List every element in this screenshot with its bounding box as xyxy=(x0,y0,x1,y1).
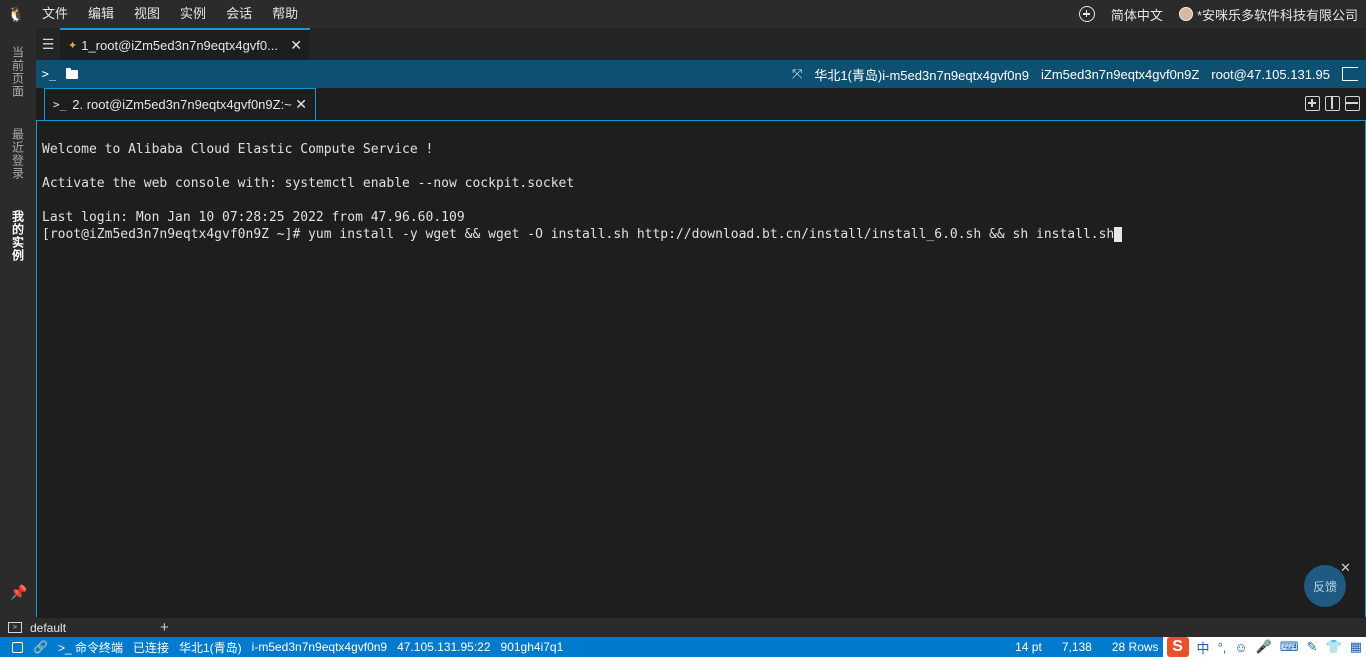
terminal-command-line: [root@iZm5ed3n7n9eqtx4gvf0n9Z ~]# yum in… xyxy=(42,226,1365,243)
panel-tab-bar: > default + xyxy=(0,618,1366,637)
session-list-icon[interactable]: ☰ xyxy=(36,28,60,60)
grid-icon[interactable]: ▦ xyxy=(1350,639,1362,655)
rows-count: 28 Rows xyxy=(1111,640,1159,654)
hostname: iZm5ed3n7n9eqtx4gvf0n9Z xyxy=(1040,66,1200,82)
emoji-icon[interactable]: ☺ xyxy=(1234,640,1247,655)
keyboard-icon[interactable]: ⌨ xyxy=(1280,639,1299,655)
ime-punctuation[interactable]: °, xyxy=(1218,640,1227,655)
terminal-line: Welcome to Alibaba Cloud Elastic Compute… xyxy=(42,142,434,157)
session-tab-label: 1_root@iZm5ed3n7n9eqtx4gvf0... xyxy=(81,37,278,53)
tools-icon[interactable]: ✎ xyxy=(1307,639,1318,655)
status-bar: 🔗 >_ 命令终端 已连接 华北1(青岛) i-m5ed3n7n9eqtx4gv… xyxy=(0,637,1366,657)
account-name: *安咪乐多软件科技有限公司 xyxy=(1196,7,1358,23)
ime-toolbar: S 中 °, ☺ 🎤 ⌨ ✎ 👕 ▦ xyxy=(1162,637,1366,657)
font-size[interactable]: 14 pt xyxy=(1015,640,1042,654)
status-instance: i-m5ed3n7n9eqtx4gvf0n9 xyxy=(251,640,388,654)
add-session-button[interactable] xyxy=(1071,6,1103,22)
sidebar-tab-current-page[interactable]: 当前页面 xyxy=(0,34,36,110)
new-terminal-icon[interactable] xyxy=(1305,96,1320,111)
sidebar-tab-recent-login[interactable]: 最近登录 xyxy=(0,116,36,192)
status-region: 华北1(青岛) xyxy=(179,640,242,655)
terminal-tab[interactable]: >_ 2. root@iZm5ed3n7n9eqtx4gvf0n9Z:~ ✕ xyxy=(44,88,316,120)
account-menu[interactable]: *安咪乐多软件科技有限公司 xyxy=(1171,5,1366,24)
menu-instance[interactable]: 实例 xyxy=(170,0,216,28)
session-tab[interactable]: ✦ 1_root@iZm5ed3n7n9eqtx4gvf0... ✕ xyxy=(60,28,310,60)
add-panel-icon[interactable]: + xyxy=(160,619,169,636)
instance-info-bar: >_ ⤧ 华北1(青岛)i-m5ed3n7n9eqtx4gvf0n9 iZm5e… xyxy=(36,60,1366,88)
user-ip: root@47.105.131.95 xyxy=(1211,66,1330,82)
sidebar-tab-my-instances[interactable]: 我的实例 xyxy=(0,198,36,274)
microphone-icon[interactable]: 🎤 xyxy=(1256,639,1272,655)
split-horizontal-icon[interactable] xyxy=(1345,96,1360,111)
menu-bar: 🐧 文件 编辑 视图 实例 会话 帮助 简体中文 *安咪乐多软件科技有限公司 xyxy=(0,0,1366,28)
folder-icon[interactable] xyxy=(66,67,78,79)
logout-icon[interactable] xyxy=(1342,67,1358,81)
menu-help[interactable]: 帮助 xyxy=(262,0,308,28)
terminal-tab-bar: >_ 2. root@iZm5ed3n7n9eqtx4gvf0n9Z:~ ✕ xyxy=(36,88,1366,120)
ime-language[interactable]: 中 xyxy=(1197,638,1210,657)
terminal-cursor xyxy=(1114,227,1123,242)
menu-file[interactable]: 文件 xyxy=(32,0,78,28)
key-icon: ✦ xyxy=(68,39,78,52)
menu-edit[interactable]: 编辑 xyxy=(78,0,124,28)
terminal-mode-label: 命令终端 xyxy=(74,640,123,655)
status-address: 47.105.131.95:22 xyxy=(397,640,491,654)
menu-session[interactable]: 会话 xyxy=(216,0,262,28)
close-icon[interactable]: ✕ xyxy=(1340,560,1351,576)
linux-icon: 🐧 xyxy=(7,5,25,22)
terminal-icon[interactable]: >_ xyxy=(36,67,62,81)
menu-view[interactable]: 视图 xyxy=(124,0,170,28)
link-icon: 🔗 xyxy=(33,640,48,654)
terminal-command: [root@iZm5ed3n7n9eqtx4gvf0n9Z ~]# yum in… xyxy=(42,227,1115,242)
terminal-mode: >_ 命令终端 xyxy=(57,640,123,655)
plus-circle-icon xyxy=(1078,6,1095,22)
left-sidebar: 当前页面 最近登录 我的实例 📌 xyxy=(0,28,36,618)
cursor-position: 7,138 xyxy=(1061,640,1092,654)
close-icon[interactable]: ✕ xyxy=(290,37,302,54)
terminal-line: Last login: Mon Jan 10 07:28:25 2022 fro… xyxy=(42,210,465,225)
region-instance: 华北1(青岛)i-m5ed3n7n9eqtx4gvf0n9 xyxy=(814,67,1029,83)
sidebar-tab-label: 最近登录 xyxy=(10,128,25,180)
session-tab-bar: ☰ ✦ 1_root@iZm5ed3n7n9eqtx4gvf0... ✕ xyxy=(36,28,1366,60)
fullscreen-icon[interactable]: ⤧ xyxy=(792,66,802,82)
close-icon[interactable]: ✕ xyxy=(295,96,307,113)
terminal-line: Activate the web console with: systemctl… xyxy=(42,176,575,191)
sidebar-tab-label: 我的实例 xyxy=(10,210,25,262)
pin-icon[interactable]: 📌 xyxy=(10,584,27,601)
connection-status: 已连接 xyxy=(132,640,169,655)
avatar xyxy=(1178,7,1193,21)
terminal-output[interactable]: Welcome to Alibaba Cloud Elastic Compute… xyxy=(36,120,1366,617)
panel-tab-default[interactable]: default xyxy=(30,621,160,635)
skin-icon[interactable]: 👕 xyxy=(1326,639,1342,655)
window-icon[interactable] xyxy=(12,641,23,653)
language-selector[interactable]: 简体中文 xyxy=(1103,5,1171,24)
sogou-logo-icon[interactable]: S xyxy=(1166,637,1189,657)
split-vertical-icon[interactable] xyxy=(1325,96,1340,111)
terminal-icon: > xyxy=(8,622,22,633)
status-code: 901gh4i7q1 xyxy=(500,640,564,654)
terminal-icon: >_ xyxy=(53,98,67,111)
sidebar-tab-label: 当前页面 xyxy=(10,46,25,98)
terminal-tab-label: 2. root@iZm5ed3n7n9eqtx4gvf0n9Z:~ xyxy=(72,97,292,112)
